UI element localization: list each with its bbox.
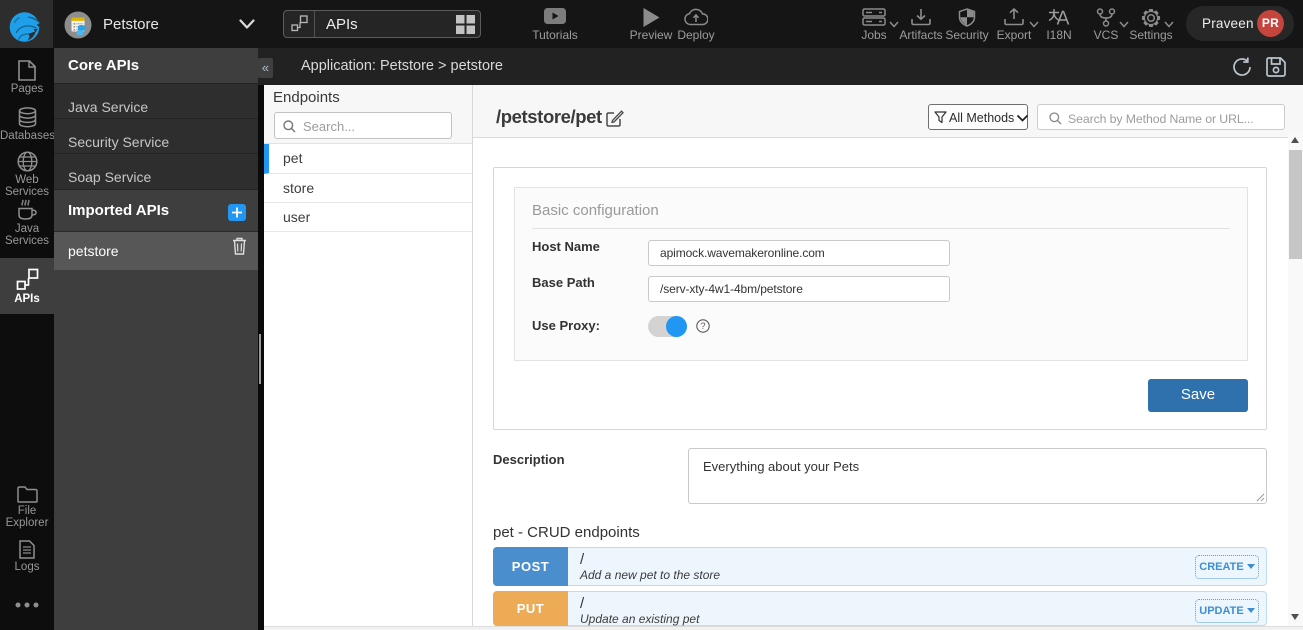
svg-text:?: ? [700, 321, 705, 331]
